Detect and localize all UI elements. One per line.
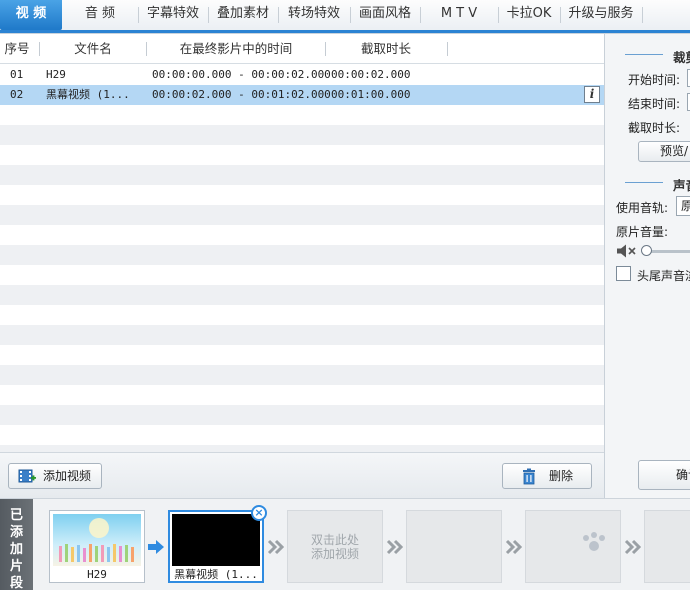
audio-track-select[interactable]: 原 xyxy=(676,196,690,216)
tab-subtitle-effects[interactable]: 字幕特效 xyxy=(140,0,206,30)
tab-divider xyxy=(350,7,351,23)
list-toolbar: 添加视频 删除 xyxy=(0,452,604,498)
row-duration: 00:00:02.000 xyxy=(331,68,411,81)
double-chevron-icon xyxy=(386,539,404,555)
tab-transition-effects[interactable]: 转场特效 xyxy=(280,0,348,30)
clip-settings-panel: 裁剪 开始时间: 结束时间: 截取时长: 预览/ 声音 使用音轨: 原 原片音量… xyxy=(604,34,690,498)
empty-row xyxy=(0,405,604,425)
double-chevron-icon xyxy=(267,539,285,555)
tab-divider xyxy=(498,7,499,23)
delete-label: 删除 xyxy=(549,469,574,483)
tab-overlay-materials[interactable]: 叠加素材 xyxy=(210,0,276,30)
film-add-icon xyxy=(18,469,36,483)
main-tab-bar: 视 频 音 频 字幕特效 叠加素材 转场特效 画面风格 M T V 卡拉OK 升… xyxy=(0,0,690,34)
row-filename: 黑幕视频 (1... xyxy=(46,88,130,101)
tab-audio[interactable]: 音 频 xyxy=(68,0,132,30)
col-header-filename[interactable]: 文件名 xyxy=(40,34,146,64)
row-time-range: 00:00:00.000 - 00:00:02.000 xyxy=(152,68,331,81)
empty-row xyxy=(0,445,604,452)
tab-divider xyxy=(420,7,421,23)
row-index: 02 xyxy=(10,88,24,101)
tab-underline xyxy=(0,30,690,33)
label-char: 加 xyxy=(9,542,23,557)
label-char: 已 xyxy=(9,508,23,523)
tab-divider xyxy=(138,7,139,23)
mute-icon[interactable] xyxy=(616,244,638,258)
section-line xyxy=(625,182,663,183)
label-char: 添 xyxy=(9,525,23,540)
audio-track-label: 使用音轨: xyxy=(616,201,669,215)
clip-caption: 黑幕视频 (1... xyxy=(174,568,258,581)
col-header-final-time[interactable]: 在最终影片中的时间 xyxy=(147,34,325,64)
clip-list-table: 序号 文件名 在最终影片中的时间 截取时长 01 H29 00:00:00.00… xyxy=(0,34,604,452)
clip-caption: H29 xyxy=(87,568,107,581)
empty-row xyxy=(0,365,604,385)
empty-row xyxy=(0,245,604,265)
tab-divider xyxy=(278,7,279,23)
add-video-button[interactable]: 添加视频 xyxy=(8,463,102,489)
start-time-label: 开始时间: xyxy=(628,73,681,87)
tab-divider xyxy=(560,7,561,23)
col-header-index[interactable]: 序号 xyxy=(0,34,34,64)
original-volume-label: 原片音量: xyxy=(616,225,669,239)
timeline-clip-black-screen[interactable]: 黑幕视频 (1... xyxy=(168,510,264,583)
trash-icon xyxy=(523,468,535,485)
empty-clip-slot[interactable] xyxy=(406,510,502,583)
empty-row xyxy=(0,325,604,345)
col-divider xyxy=(447,42,448,56)
added-clips-timeline: 已 添 加 片 段 H29 黑幕视频 (1... × 双击此处 添加视频 xyxy=(0,498,690,590)
tab-divider xyxy=(642,7,643,23)
end-time-label: 结束时间: xyxy=(628,97,681,111)
empty-row xyxy=(0,125,604,145)
fade-in-out-checkbox[interactable] xyxy=(616,266,631,281)
row-index: 01 xyxy=(10,68,24,81)
confirm-button[interactable]: 确认 xyxy=(638,460,690,490)
info-icon[interactable]: i xyxy=(584,86,600,103)
delete-button[interactable]: 删除 xyxy=(502,463,592,489)
tab-karaoke[interactable]: 卡拉OK xyxy=(500,0,558,30)
added-clips-label: 已 添 加 片 段 xyxy=(0,499,33,590)
timeline-clip-h29[interactable]: H29 xyxy=(49,510,145,583)
table-row[interactable]: 02 黑幕视频 (1... 00:00:02.000 - 00:01:02.00… xyxy=(0,85,604,105)
clip-thumbnail xyxy=(172,514,260,566)
row-filename: H29 xyxy=(46,68,66,81)
empty-clip-slot[interactable]: 双击此处 添加视频 xyxy=(287,510,383,583)
row-duration: 00:01:00.000 xyxy=(331,88,411,101)
table-header: 序号 文件名 在最终影片中的时间 截取时长 xyxy=(0,34,604,64)
crop-duration-label: 截取时长: xyxy=(628,121,681,135)
empty-row xyxy=(0,165,604,185)
tab-mtv[interactable]: M T V xyxy=(422,0,496,30)
label-char: 段 xyxy=(9,576,23,590)
remove-clip-icon[interactable]: × xyxy=(251,505,267,521)
label-char: 片 xyxy=(9,559,23,574)
crop-section-heading: 裁剪 xyxy=(673,50,690,65)
section-line xyxy=(625,54,663,55)
double-chevron-icon xyxy=(505,539,523,555)
clip-thumbnail xyxy=(53,514,141,566)
tab-video[interactable]: 视 频 xyxy=(0,0,62,30)
empty-row xyxy=(0,205,604,225)
empty-row xyxy=(0,285,604,305)
row-time-range: 00:00:02.000 - 00:01:02.000 xyxy=(152,88,331,101)
add-video-label: 添加视频 xyxy=(43,469,92,483)
add-video-hint: 双击此处 添加视频 xyxy=(310,533,359,561)
fade-in-out-label: 头尾声音淡 xyxy=(637,269,690,283)
double-chevron-icon xyxy=(624,539,642,555)
audio-section-heading: 声音 xyxy=(673,178,690,193)
tab-divider xyxy=(208,7,209,23)
volume-slider-thumb[interactable] xyxy=(641,245,652,256)
empty-clip-slot[interactable] xyxy=(644,510,690,583)
col-header-duration[interactable]: 截取时长 xyxy=(326,34,446,64)
empty-clip-slot[interactable] xyxy=(525,510,621,583)
tab-upgrade-service[interactable]: 升级与服务 xyxy=(562,0,640,30)
table-row[interactable]: 01 H29 00:00:00.000 - 00:00:02.000 00:00… xyxy=(0,65,604,85)
arrow-right-icon xyxy=(148,540,164,554)
tab-picture-style[interactable]: 画面风格 xyxy=(352,0,418,30)
preview-crop-button[interactable]: 预览/ xyxy=(638,141,690,162)
